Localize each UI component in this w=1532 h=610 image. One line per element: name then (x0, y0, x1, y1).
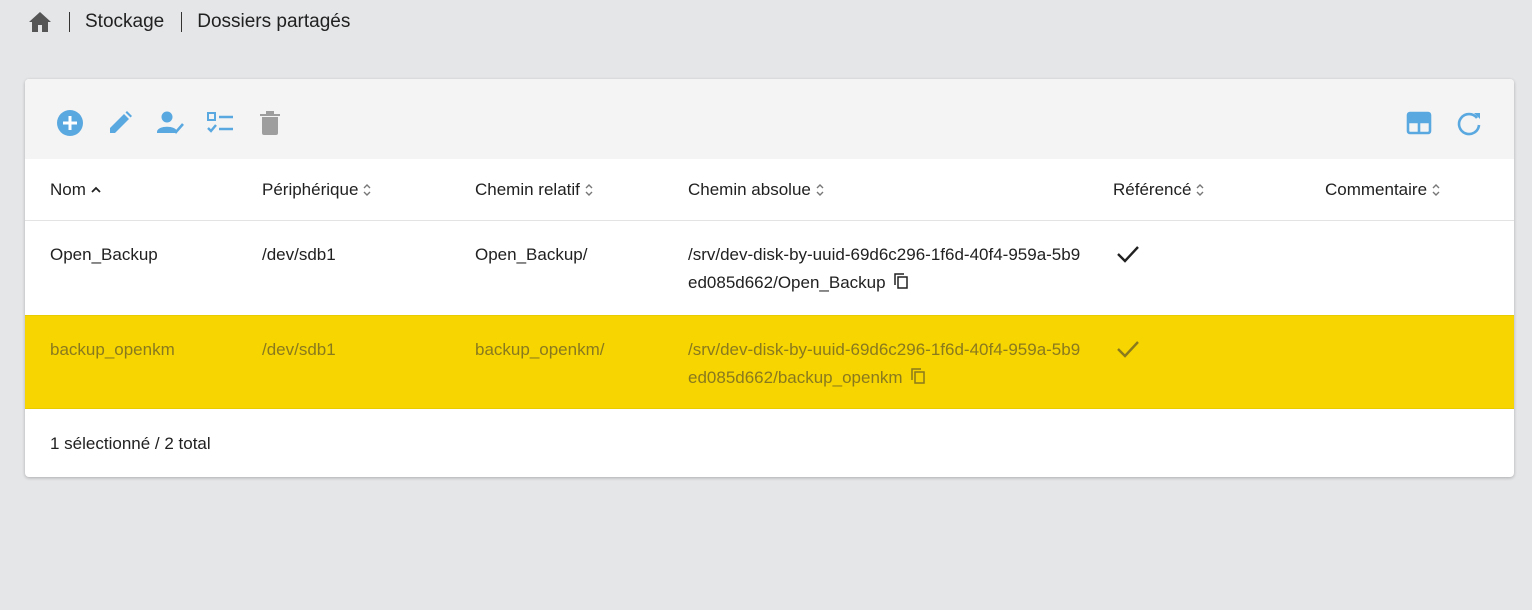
column-header-label: Référencé (1113, 180, 1192, 199)
cell-name: backup_openkm (50, 340, 175, 359)
column-header-absolute-path[interactable]: Chemin absolue (688, 159, 825, 221)
column-header-label: Nom (50, 180, 86, 199)
table-row-selected[interactable]: backup_openkm /dev/sdb1 backup_openkm/ /… (25, 315, 1514, 409)
shared-folders-panel: Nom Périphérique Chemin relatif Chemin a… (25, 79, 1514, 477)
column-header-label: Chemin absolue (688, 180, 811, 199)
column-header-label: Chemin relatif (475, 180, 580, 199)
sort-icon (584, 182, 594, 198)
cell-absolute-path: /srv/dev-disk-by-uuid-69d6c296-1f6d-40f4… (688, 336, 1088, 393)
refresh-icon[interactable] (1453, 107, 1485, 139)
sort-ascending-icon (90, 185, 102, 195)
selection-status: 1 sélectionné / 2 total (50, 434, 211, 453)
toolbar (25, 79, 1514, 159)
cell-device: /dev/sdb1 (262, 340, 336, 359)
cell-device: /dev/sdb1 (262, 245, 336, 264)
column-header-name[interactable]: Nom (50, 159, 102, 221)
breadcrumb-shared-folders[interactable]: Dossiers partagés (197, 11, 350, 33)
sort-icon (1195, 182, 1205, 198)
sort-icon (815, 182, 825, 198)
column-header-relative-path[interactable]: Chemin relatif (475, 159, 594, 221)
cell-absolute-path: /srv/dev-disk-by-uuid-69d6c296-1f6d-40f4… (688, 241, 1088, 298)
cell-name: Open_Backup (50, 245, 158, 264)
sort-icon (362, 182, 372, 198)
referenced-check-icon (1115, 338, 1141, 365)
referenced-check-icon (1115, 243, 1141, 270)
column-header-label: Commentaire (1325, 180, 1428, 199)
breadcrumb: Stockage Dossiers partagés (28, 8, 350, 36)
table-row[interactable]: Open_Backup /dev/sdb1 Open_Backup/ /srv/… (25, 221, 1514, 315)
copy-icon[interactable] (910, 365, 925, 393)
trash-icon[interactable] (254, 107, 286, 139)
breadcrumb-separator (181, 12, 183, 32)
user-check-icon[interactable] (154, 107, 186, 139)
column-header-device[interactable]: Périphérique (262, 159, 372, 221)
breadcrumb-stockage[interactable]: Stockage (85, 11, 164, 33)
column-header-comment[interactable]: Commentaire (1325, 159, 1441, 221)
home-icon[interactable] (28, 10, 52, 34)
checklist-icon[interactable] (204, 107, 236, 139)
table-columns-icon[interactable] (1403, 107, 1435, 139)
sort-icon (1431, 182, 1441, 198)
table-header: Nom Périphérique Chemin relatif Chemin a… (25, 159, 1514, 221)
add-circle-icon[interactable] (54, 107, 86, 139)
cell-relative-path: backup_openkm/ (475, 340, 605, 359)
copy-icon[interactable] (893, 270, 908, 298)
absolute-path-text: /srv/dev-disk-by-uuid-69d6c296-1f6d-40f4… (688, 340, 1081, 387)
column-header-referenced[interactable]: Référencé (1113, 159, 1205, 221)
cell-relative-path: Open_Backup/ (475, 245, 588, 264)
breadcrumb-separator (69, 12, 70, 32)
edit-pencil-icon[interactable] (104, 107, 136, 139)
column-header-label: Périphérique (262, 180, 359, 199)
absolute-path-text: /srv/dev-disk-by-uuid-69d6c296-1f6d-40f4… (688, 245, 1081, 292)
